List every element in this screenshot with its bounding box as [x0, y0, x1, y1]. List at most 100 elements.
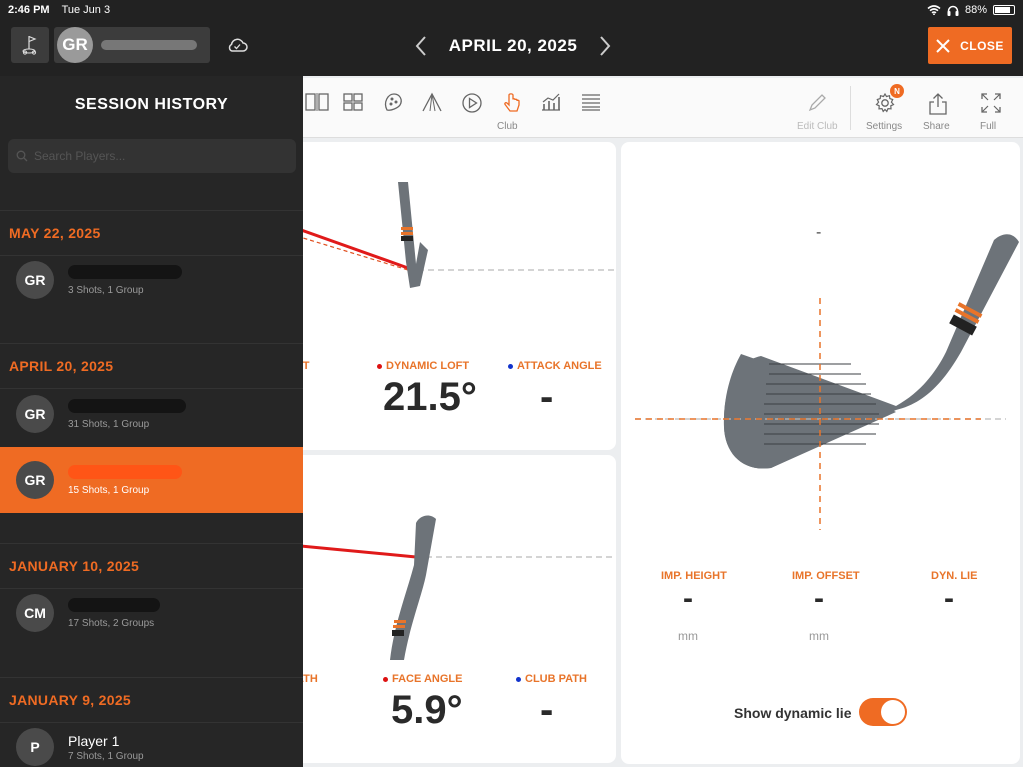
show-dynamic-lie-label: Show dynamic lie	[734, 705, 852, 721]
split-view-icon	[305, 93, 329, 111]
trends-chart-icon	[542, 93, 560, 111]
tool-club-label: Club	[497, 121, 518, 132]
edit-club-label: Edit Club	[797, 121, 838, 132]
tool-share[interactable]: Share	[923, 92, 952, 132]
avatar: CM	[16, 594, 54, 632]
face-card: ATH FACE ANGLE 5.9° CLUB PATH -	[290, 455, 616, 763]
face-angle-label: FACE ANGLE	[383, 673, 463, 685]
avatar: GR	[16, 395, 54, 433]
search-icon	[16, 150, 28, 162]
dispersion-icon	[384, 93, 402, 111]
player-name-redacted	[68, 597, 160, 612]
imp-height-value: -	[683, 582, 693, 615]
share-icon	[929, 93, 947, 115]
date-navigator: APRIL 20, 2025	[415, 34, 611, 58]
cloud-sync-icon[interactable]	[226, 37, 248, 53]
tool-dispersion[interactable]	[379, 92, 407, 112]
list-icon	[582, 94, 600, 111]
avatar: GR	[16, 261, 54, 299]
full-label: Full	[980, 121, 997, 132]
impact-card: - IMP. HEIGHT - mm IMP. OFFSET - mm DYN.…	[621, 142, 1020, 764]
status-icons: 88%	[927, 4, 1015, 16]
loft-club-graphic	[290, 182, 616, 288]
avatar: GR	[16, 461, 54, 499]
tool-edit-club[interactable]: Edit Club	[797, 92, 838, 132]
session-meta: 7 Shots, 1 Group	[68, 750, 144, 762]
tool-fullscreen[interactable]: Full	[977, 92, 1005, 132]
sidebar-title: SESSION HISTORY	[74, 96, 229, 113]
session-item[interactable]: CM 17 Shots, 2 Groups	[0, 580, 303, 646]
attack-angle-label: ATTACK ANGLE	[508, 360, 602, 372]
play-icon	[462, 93, 482, 113]
session-item[interactable]: P Player 17 Shots, 1 Group	[0, 714, 303, 767]
imp-offset-label: IMP. OFFSET	[792, 570, 860, 582]
session-item[interactable]: GR 3 Shots, 1 Group	[0, 247, 303, 313]
close-button[interactable]: CLOSE	[928, 27, 1012, 64]
wifi-icon	[927, 5, 941, 15]
status-time: 2:46 PM	[8, 4, 50, 16]
chevron-left-icon[interactable]	[415, 35, 427, 57]
imp-height-unit: mm	[678, 629, 698, 643]
status-date: Tue Jun 3	[61, 4, 111, 16]
session-meta: 3 Shots, 1 Group	[68, 284, 144, 296]
tool-settings[interactable]: N Settings	[866, 84, 904, 132]
imp-height-label: IMP. HEIGHT	[661, 570, 727, 582]
top-bar: GR APRIL 20, 2025 CLOSE	[0, 20, 1023, 76]
golf-flag-icon	[22, 35, 37, 55]
imp-offset-unit: mm	[809, 629, 829, 643]
trajectory-icon	[422, 92, 442, 112]
chevron-right-icon[interactable]	[599, 35, 611, 57]
course-button[interactable]	[11, 27, 49, 63]
dyn-lie-value: -	[944, 582, 954, 615]
show-dynamic-lie-toggle[interactable]	[859, 698, 907, 726]
share-label: Share	[923, 121, 950, 132]
dynamic-loft-label: DYNAMIC LOFT	[377, 360, 469, 372]
tool-list[interactable]	[577, 92, 605, 112]
toolbar-divider	[850, 86, 851, 130]
tool-club[interactable]: Club	[497, 92, 526, 132]
tool-trends[interactable]	[537, 92, 565, 112]
face-angle-value: 5.9°	[391, 688, 463, 732]
search-input[interactable]	[34, 149, 274, 163]
settings-label: Settings	[866, 121, 903, 132]
session-meta: 15 Shots, 1 Group	[68, 484, 150, 496]
player-name-redacted	[68, 398, 186, 413]
session-meta: 31 Shots, 1 Group	[68, 418, 150, 430]
session-meta: 17 Shots, 2 Groups	[68, 617, 155, 629]
avatar: GR	[57, 27, 93, 63]
session-date-title: APRIL 20, 2025	[448, 36, 578, 55]
session-item[interactable]: GR 31 Shots, 1 Group	[0, 381, 303, 447]
player-name-redacted	[101, 40, 197, 50]
attack-angle-value: -	[540, 375, 554, 419]
dynamic-loft-value: 21.5°	[383, 375, 477, 419]
club-path-label: CLUB PATH	[516, 673, 587, 685]
view-toolbar: Club Edit Club N Settings Share Full	[303, 78, 1023, 138]
club-touch-icon	[504, 93, 520, 112]
club-path-value: -	[540, 688, 554, 732]
battery-percent: 88%	[964, 4, 987, 16]
player-selector[interactable]: GR	[54, 27, 210, 63]
player-search[interactable]	[8, 139, 296, 173]
tool-split-view[interactable]	[303, 92, 331, 112]
close-label: CLOSE	[960, 38, 1004, 53]
tool-grid-view[interactable]	[339, 92, 367, 112]
dyn-lie-label: DYN. LIE	[931, 570, 978, 582]
headphones-icon	[947, 5, 959, 16]
impact-club-graphic	[635, 234, 1019, 530]
tool-trajectory[interactable]	[418, 92, 446, 112]
pencil-icon	[808, 94, 826, 112]
fullscreen-icon	[981, 93, 1001, 113]
tool-video[interactable]	[458, 92, 486, 114]
session-item-selected[interactable]: GR 15 Shots, 1 Group	[0, 447, 303, 513]
settings-badge: N	[890, 84, 904, 98]
player-name-redacted	[68, 264, 182, 279]
grid-view-icon	[343, 93, 363, 111]
player-name-redacted	[68, 464, 182, 479]
close-icon	[936, 38, 950, 53]
loft-card: FT DYNAMIC LOFT 21.5° ATTACK ANGLE -	[290, 142, 616, 450]
imp-offset-value: -	[814, 582, 824, 615]
avatar: P	[16, 728, 54, 766]
player-name: Player 1	[68, 732, 120, 749]
face-club-graphic	[290, 515, 616, 660]
status-bar: 2:46 PM Tue Jun 3 88%	[0, 0, 1023, 20]
